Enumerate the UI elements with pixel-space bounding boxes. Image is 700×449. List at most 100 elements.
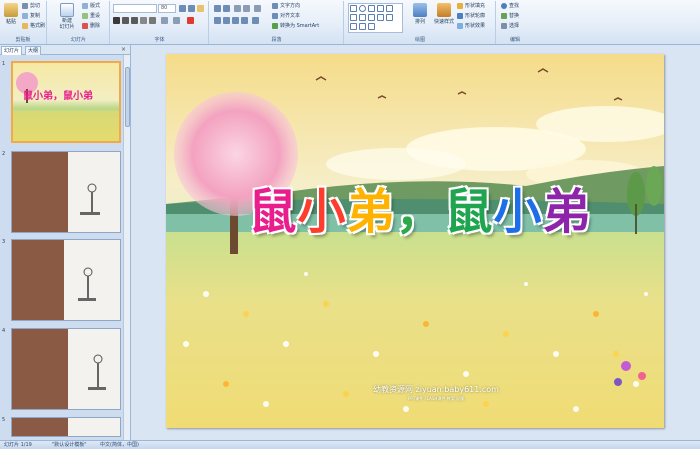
shape-brace-icon[interactable] [377, 14, 384, 21]
slides-panel: 幻灯片 大纲 × 1 鼠小弟，鼠小弟 2 3 4 5 [0, 45, 131, 440]
layout-button[interactable]: 版式 [82, 2, 100, 11]
shape-flowchart-icon[interactable] [359, 23, 366, 30]
find-button[interactable]: 查找 [501, 2, 519, 11]
select-button[interactable]: 选择 [501, 22, 519, 31]
shape-oval-icon[interactable] [359, 5, 366, 12]
slide-5-preview [12, 418, 120, 436]
copy-button[interactable]: 复制 [22, 12, 40, 21]
delete-slide-button[interactable]: 删除 [82, 22, 100, 31]
clipboard-icon [4, 3, 18, 17]
editing-group-label: 编辑 [509, 37, 520, 43]
align-left-icon[interactable] [214, 17, 221, 24]
shape-triangle-icon[interactable] [350, 14, 357, 21]
numbering-icon[interactable] [223, 5, 230, 12]
text-direction-button[interactable]: 文字方向 [272, 2, 300, 11]
panel-tabs: 幻灯片 大纲 × [0, 45, 130, 55]
slide-thumbnail-4[interactable] [11, 328, 121, 410]
quick-styles-button[interactable]: 快速样式 [433, 3, 455, 25]
watermark-subtext: PPT课件 FLASH课件 教案 说课 [408, 396, 464, 401]
slide-1-preview: 鼠小弟，鼠小弟 [13, 63, 119, 141]
font-color-icon[interactable] [187, 17, 194, 24]
ribbon: 粘贴 剪切 复制 格式刷 剪贴板 新建 幻灯片 版式 重设 删除 幻灯片 80 … [0, 0, 700, 45]
clipboard-group-label: 剪贴板 [15, 37, 31, 43]
line-spacing-icon[interactable] [254, 5, 261, 12]
increase-indent-icon[interactable] [243, 5, 250, 12]
clear-format-icon[interactable] [197, 5, 204, 12]
shadow-icon[interactable] [149, 17, 156, 24]
shapes-gallery[interactable] [348, 3, 403, 33]
align-center-icon[interactable] [223, 17, 230, 24]
grow-font-icon[interactable] [179, 5, 186, 12]
reset-button[interactable]: 重设 [82, 12, 100, 21]
align-text-icon [272, 12, 278, 19]
title-char: ， [395, 184, 445, 240]
effects-icon [457, 22, 463, 29]
paste-button[interactable]: 粘贴 [2, 3, 20, 25]
slide-thumbnail-5[interactable] [11, 417, 121, 437]
shape-banner-icon[interactable] [368, 23, 375, 30]
shape-arrow-icon[interactable] [377, 5, 384, 12]
replace-button[interactable]: 替换 [501, 12, 519, 21]
status-bar: 幻灯片 1/19 "默认设计模板" 中文(简体，中国) [0, 440, 700, 449]
format-painter-button[interactable]: 格式刷 [22, 22, 45, 31]
scissors-icon [22, 2, 28, 9]
paragraph-group-label: 段落 [271, 37, 282, 43]
new-slide-icon [60, 3, 74, 17]
arrange-button[interactable]: 排列 [411, 3, 429, 25]
language-indicator[interactable]: 中文(简体，中国) [100, 441, 139, 449]
cut-button[interactable]: 剪切 [22, 2, 40, 11]
convert-smartart-button[interactable]: 转换为 SmartArt [272, 22, 319, 31]
layout-icon [82, 2, 88, 9]
strikethrough-icon[interactable] [140, 17, 147, 24]
fill-bucket-icon [457, 2, 463, 9]
change-case-icon[interactable] [173, 17, 180, 24]
shape-fill-button[interactable]: 形状填充 [457, 2, 485, 11]
underline-icon[interactable] [131, 17, 138, 24]
panel-scrollbar[interactable] [123, 55, 130, 440]
bullets-icon[interactable] [214, 5, 221, 12]
panel-scrollbar-thumb[interactable] [125, 67, 130, 127]
shape-rect-icon[interactable] [350, 5, 357, 12]
font-size-select[interactable]: 80 [158, 4, 176, 13]
justify-icon[interactable] [241, 17, 248, 24]
bold-icon[interactable] [113, 17, 120, 24]
shape-line-icon[interactable] [368, 5, 375, 12]
tab-slides[interactable]: 幻灯片 [1, 46, 23, 55]
align-right-icon[interactable] [232, 17, 239, 24]
shape-curve-icon[interactable] [386, 5, 393, 12]
shape-outline-button[interactable]: 形状轮廓 [457, 12, 485, 21]
slide-number: 2 [2, 151, 6, 157]
arrange-icon [413, 3, 427, 17]
decrease-indent-icon[interactable] [234, 5, 241, 12]
new-slide-button[interactable]: 新建 幻灯片 [54, 3, 80, 30]
slide-thumbnail-1[interactable]: 鼠小弟，鼠小弟 [11, 61, 121, 143]
close-panel-icon[interactable]: × [121, 46, 126, 53]
watermark-text: 幼教资源网 ziyuan.baby611.com [373, 385, 499, 394]
slide-2-preview [12, 152, 120, 232]
text-direction-icon [272, 2, 278, 9]
svg-text:鼠小弟，鼠小弟: 鼠小弟，鼠小弟 [23, 89, 93, 102]
slide-thumbnail-2[interactable] [11, 151, 121, 233]
slide-thumbnail-3[interactable] [11, 239, 121, 321]
select-arrow-icon [501, 22, 507, 29]
slide-4-preview [12, 329, 120, 409]
align-text-button[interactable]: 对齐文本 [272, 12, 300, 21]
shape-block-arrow-icon[interactable] [350, 23, 357, 30]
current-slide[interactable]: 鼠小弟，鼠小弟 幼教资源网 ziyuan.baby611.com PPT课件 F… [166, 54, 664, 428]
shape-effects-button[interactable]: 形状效果 [457, 22, 485, 31]
shrink-font-icon[interactable] [188, 5, 195, 12]
shape-textbox-icon[interactable] [386, 14, 393, 21]
font-family-select[interactable] [113, 4, 157, 13]
shape-star-icon[interactable] [368, 14, 375, 21]
columns-icon[interactable] [252, 17, 259, 24]
shape-callout-icon[interactable] [359, 14, 366, 21]
char-spacing-icon[interactable] [161, 17, 168, 24]
slide-3-preview [12, 240, 120, 320]
italic-icon[interactable] [122, 17, 129, 24]
drawing-group-label: 绘图 [414, 37, 425, 43]
title-char: 鼠 [248, 184, 298, 240]
title-char: 小 [297, 184, 347, 240]
paintbrush-icon [22, 22, 28, 29]
slide-title[interactable]: 鼠小弟，鼠小弟 [220, 182, 620, 242]
tab-outline[interactable]: 大纲 [25, 46, 42, 55]
